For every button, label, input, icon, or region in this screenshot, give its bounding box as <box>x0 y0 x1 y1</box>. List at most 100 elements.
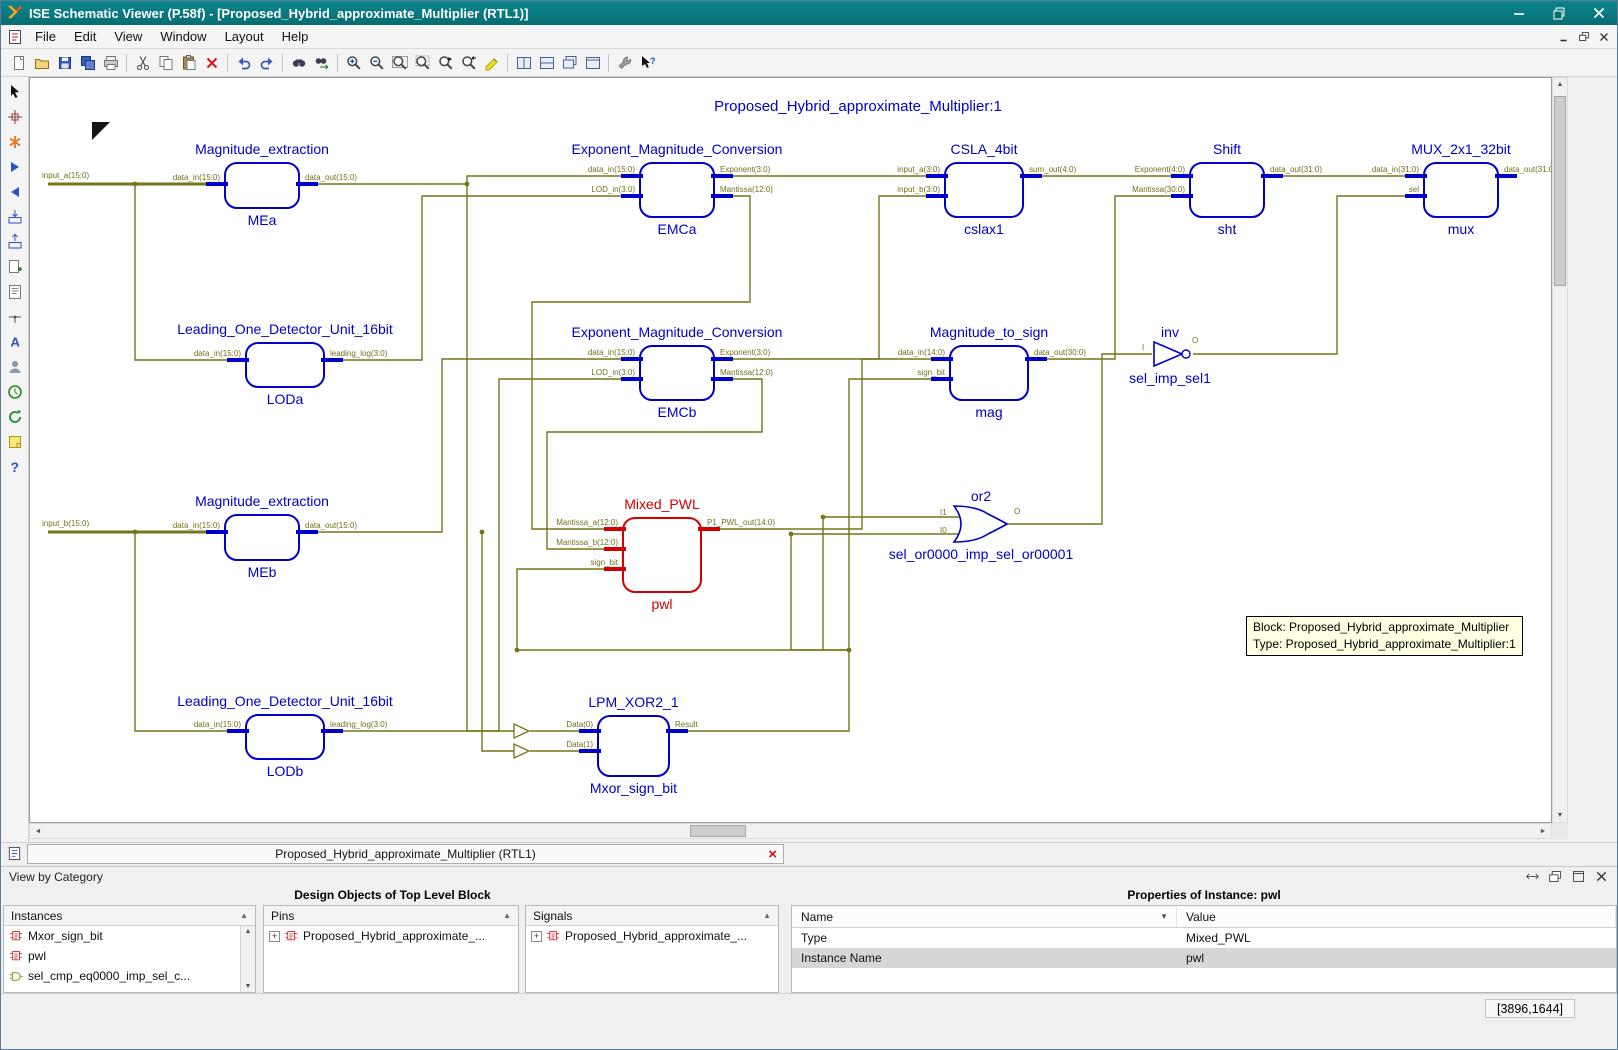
save-all-button[interactable] <box>76 51 99 74</box>
copy-button[interactable] <box>154 51 177 74</box>
redo-button[interactable] <box>255 51 278 74</box>
menu-window[interactable]: Window <box>151 26 215 47</box>
pin-Exponent(4:0)[interactable] <box>1171 174 1193 178</box>
tile-horizontal-button[interactable] <box>535 51 558 74</box>
maximize-panel-icon[interactable] <box>1570 869 1586 885</box>
pop-hierarchy-button[interactable] <box>3 230 26 253</box>
properties-col-value[interactable]: Value <box>1177 906 1616 927</box>
split-vertical-button[interactable] <box>581 51 604 74</box>
zoom-area-button[interactable] <box>3 105 26 128</box>
pin-data_in(15:0)[interactable] <box>206 182 228 186</box>
cut-button[interactable] <box>131 51 154 74</box>
add-label-button[interactable]: A <box>3 330 26 353</box>
history-clock-button[interactable] <box>3 380 26 403</box>
properties-col-name[interactable]: Name ▼ <box>792 906 1177 927</box>
pin-data_in(15:0)[interactable] <box>621 174 643 178</box>
block-MEa[interactable] <box>224 162 300 209</box>
horizontal-scrollbar[interactable]: ◄ ► <box>29 823 1552 839</box>
wrench-button[interactable] <box>613 51 636 74</box>
zoom-full-button[interactable] <box>388 51 411 74</box>
pin-Mantissa_a(12:0)[interactable] <box>604 527 626 531</box>
mdi-restore-button[interactable] <box>1575 28 1593 46</box>
block-EMCa[interactable] <box>639 162 715 218</box>
close-button[interactable] <box>1579 1 1618 25</box>
mdi-close-button[interactable] <box>1595 28 1613 46</box>
pins-panel-header[interactable]: Pins ▲ <box>264 906 518 926</box>
minimize-button[interactable] <box>1499 1 1539 25</box>
pin-input_a(3:0)[interactable] <box>926 174 948 178</box>
delete-button[interactable] <box>200 51 223 74</box>
pin-leading_log(3:0)[interactable] <box>321 729 343 733</box>
signals-panel-header[interactable]: Signals ▲ <box>526 906 778 926</box>
block-LODa[interactable] <box>245 342 325 388</box>
net-wire[interactable] <box>702 359 949 529</box>
tile-vertical-button[interactable] <box>512 51 535 74</box>
name-filter-dropdown-icon[interactable]: ▼ <box>1160 912 1168 921</box>
tab-close-icon[interactable]: × <box>768 845 777 864</box>
sort-ascending-icon[interactable]: ▲ <box>503 911 511 920</box>
view-forward-button[interactable] <box>3 155 26 178</box>
pin-LOD_in(3:0)[interactable] <box>621 377 643 381</box>
refresh-button[interactable] <box>3 405 26 428</box>
pin-data_in(15:0)[interactable] <box>206 530 228 534</box>
net-wire[interactable] <box>791 534 849 650</box>
help-pointer-button[interactable]: ? <box>636 51 659 74</box>
pin-data_in(31:0)[interactable] <box>1405 174 1427 178</box>
notes-button[interactable] <box>3 430 26 453</box>
close-panel-icon[interactable] <box>1593 869 1609 885</box>
net-wire[interactable] <box>1193 196 1423 354</box>
block-Mxor_sign_bit[interactable] <box>597 715 670 777</box>
pin-data_out(30:0)[interactable] <box>1025 357 1047 361</box>
pin-Mantissa(12:0)[interactable] <box>711 377 733 381</box>
block-cslax1[interactable] <box>944 162 1024 218</box>
push-hierarchy-button[interactable] <box>3 205 26 228</box>
instances-panel-header[interactable]: Instances ▲ <box>4 906 255 926</box>
zoom-selected-button[interactable] <box>434 51 457 74</box>
pins-tree-item[interactable]: +Proposed_Hybrid_approximate_... <box>264 926 518 946</box>
scroll-up-icon[interactable]: ▲ <box>1553 81 1567 88</box>
vertical-scroll-thumb[interactable] <box>1554 96 1566 286</box>
expand-plus-icon[interactable]: + <box>269 931 280 942</box>
sort-ascending-icon[interactable]: ▲ <box>763 911 771 920</box>
property-row[interactable]: TypeMixed_PWL <box>792 928 1616 948</box>
pin-sum_out(4:0)[interactable] <box>1020 174 1042 178</box>
menu-layout[interactable]: Layout <box>216 26 273 47</box>
pin-Result[interactable] <box>666 729 688 733</box>
pin-Data(1)[interactable] <box>579 749 601 753</box>
menu-file[interactable]: File <box>26 26 65 47</box>
menu-view[interactable]: View <box>105 26 151 47</box>
pin-input_b(3:0)[interactable] <box>926 194 948 198</box>
open-folder-button[interactable] <box>30 51 53 74</box>
or2-gate[interactable] <box>954 506 1007 542</box>
print-button[interactable] <box>99 51 122 74</box>
ise-document-icon[interactable] <box>3 25 26 48</box>
block-EMCb[interactable] <box>639 345 715 401</box>
block-MEb[interactable] <box>224 514 300 561</box>
add-net-button[interactable] <box>3 305 26 328</box>
vertical-scrollbar[interactable]: ▲ ▼ <box>1552 77 1568 823</box>
pin-data_out(15:0)[interactable] <box>296 182 318 186</box>
pin-sign_bit[interactable] <box>931 377 953 381</box>
block-sht[interactable] <box>1189 162 1265 218</box>
signal-probe-button[interactable] <box>3 130 26 153</box>
float-panel-icon[interactable] <box>1547 869 1563 885</box>
pin-Exponent(3:0)[interactable] <box>711 174 733 178</box>
swap-panes-icon[interactable] <box>1524 869 1540 885</box>
help-button[interactable]: ? <box>3 455 26 478</box>
zoom-in-button[interactable] <box>342 51 365 74</box>
signals-tree-item[interactable]: +Proposed_Hybrid_approximate_... <box>526 926 778 946</box>
sort-ascending-icon[interactable]: ▲ <box>240 911 248 920</box>
instances-scrollbar[interactable]: ▲ ▼ <box>240 926 255 992</box>
marker-button[interactable] <box>480 51 503 74</box>
pin-Mantissa(12:0)[interactable] <box>711 194 733 198</box>
save-button[interactable] <box>53 51 76 74</box>
select-pointer-button[interactable] <box>3 80 26 103</box>
new-sheet-button[interactable] <box>3 255 26 278</box>
expand-plus-icon[interactable]: + <box>531 931 542 942</box>
block-LODb[interactable] <box>245 714 325 760</box>
scroll-up-icon[interactable]: ▲ <box>241 928 255 935</box>
pin-sel[interactable] <box>1405 194 1427 198</box>
scroll-right-icon[interactable]: ► <box>1536 828 1550 835</box>
scroll-left-icon[interactable]: ◄ <box>31 828 45 835</box>
menu-help[interactable]: Help <box>273 26 318 47</box>
